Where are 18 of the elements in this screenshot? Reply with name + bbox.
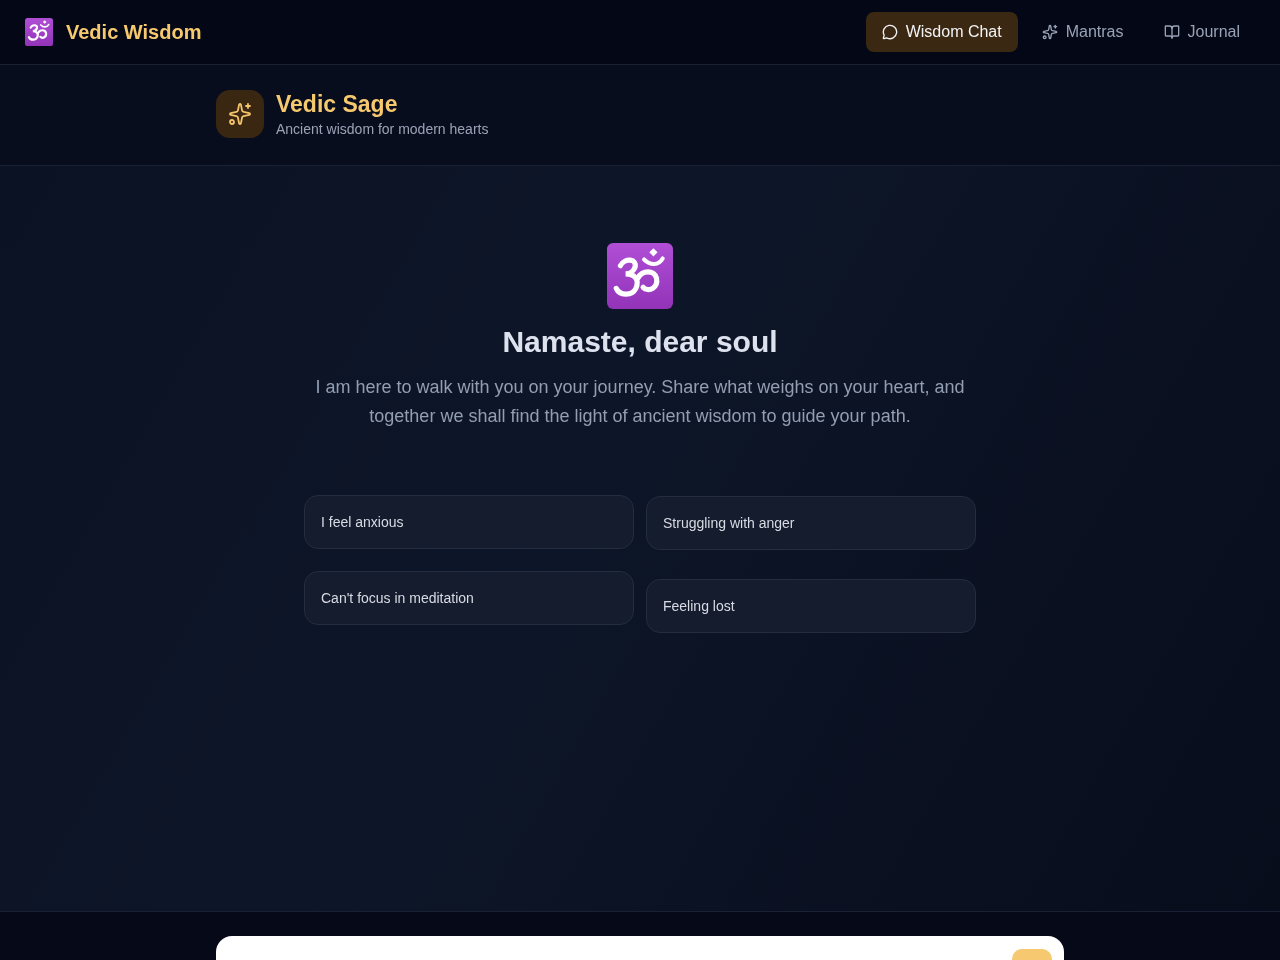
chat-bubble-icon bbox=[881, 24, 898, 40]
nav-tab[interactable]: Wisdom Chat bbox=[865, 12, 1018, 52]
sparkles-icon bbox=[216, 90, 264, 138]
om-symbol-icon bbox=[607, 243, 673, 309]
suggestion-button[interactable]: Can't focus in meditation bbox=[304, 571, 634, 625]
welcome-heading: Namaste, dear soul bbox=[502, 324, 778, 360]
suggestion-button[interactable]: Struggling with anger bbox=[646, 496, 976, 550]
om-logo-icon bbox=[25, 18, 53, 46]
welcome-message: I am here to walk with you on your journey. Share what weighs on your heart, and together we shall find the light of ancient wisdom to guide your path. bbox=[314, 376, 966, 428]
open-book-icon bbox=[1163, 24, 1180, 40]
suggestion-button[interactable]: Feeling lost bbox=[646, 579, 976, 633]
brand-name: Vedic Wisdom bbox=[66, 20, 202, 45]
sparkles-icon bbox=[1041, 24, 1058, 40]
chat-title: Vedic Sage bbox=[276, 90, 399, 119]
nav-tab[interactable]: Journal bbox=[1147, 12, 1256, 52]
chat-subtitle: Ancient wisdom for modern hearts bbox=[276, 120, 489, 139]
suggestion-button[interactable]: I feel anxious bbox=[304, 495, 634, 549]
nav-tab[interactable]: Mantras bbox=[1025, 12, 1140, 52]
